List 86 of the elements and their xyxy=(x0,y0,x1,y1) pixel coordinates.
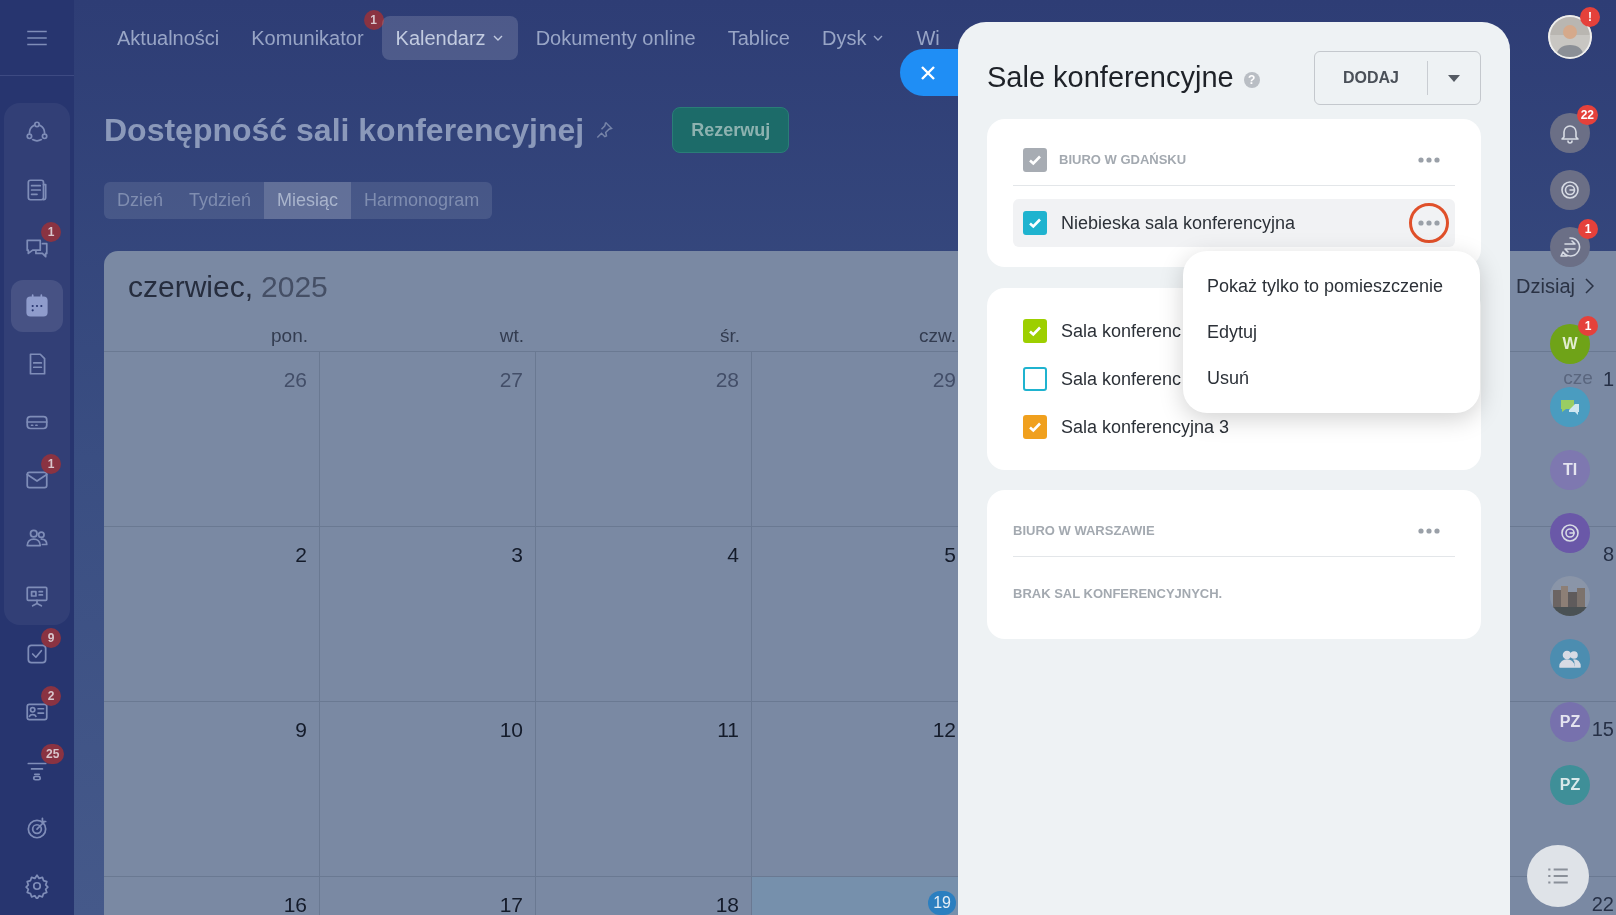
nav-tab[interactable]: Tablice xyxy=(727,26,790,50)
checkbox[interactable] xyxy=(1023,319,1047,343)
section-title: BIURO W GDAŃSKU xyxy=(1059,151,1188,170)
more-icon xyxy=(1418,220,1440,226)
nav-tab[interactable]: Wi xyxy=(916,26,940,50)
year-label: 2025 xyxy=(261,268,328,305)
count-badge: 25 xyxy=(41,744,65,764)
more-icon xyxy=(1418,157,1440,163)
date-number[interactable]: 16 xyxy=(283,889,307,915)
chevron-right-icon xyxy=(1585,278,1594,294)
room-name: Niebieska sala konferencyjna xyxy=(1061,211,1296,235)
checkbox[interactable] xyxy=(1023,367,1047,391)
count-badge: 1 xyxy=(41,222,61,242)
count-badge: 2 xyxy=(41,686,61,706)
date-number[interactable]: 11 xyxy=(717,714,739,746)
menu-item[interactable]: Pokaż tylko to pomieszczenie xyxy=(1183,263,1480,309)
caret-icon xyxy=(1448,74,1460,82)
date-number[interactable]: 27 xyxy=(499,364,523,396)
reserve-button[interactable]: Rezerwuj xyxy=(672,107,790,153)
date-number[interactable]: 15 xyxy=(1591,714,1614,744)
date-number[interactable]: 3 xyxy=(511,539,523,571)
newspaper-icon xyxy=(24,177,50,203)
room-row[interactable]: Niebieska sala konferencyjna xyxy=(1013,199,1455,247)
spiral-icon xyxy=(1558,521,1582,545)
nav-tab[interactable]: Aktualności xyxy=(117,26,220,50)
view-tab[interactable]: Harmonogram xyxy=(351,182,493,219)
view-tab[interactable]: Tydzień xyxy=(176,182,265,219)
sidebar-button[interactable] xyxy=(11,280,63,332)
count-badge: 1 xyxy=(1578,219,1598,239)
room-name: Sala konferencyjna 3 xyxy=(1061,415,1230,439)
view-tab[interactable]: Miesiąc xyxy=(264,182,352,219)
nav-tab[interactable]: Komunikator xyxy=(251,26,364,50)
date-number[interactable]: 26 xyxy=(283,364,307,396)
date-number[interactable]: 2 xyxy=(295,539,307,571)
checkbox[interactable] xyxy=(1023,211,1047,235)
count-badge: 1 xyxy=(363,10,384,30)
count-badge: ! xyxy=(1580,7,1600,27)
count-badge: 22 xyxy=(1576,105,1598,125)
nav-tab[interactable]: Dysk xyxy=(822,26,885,50)
date-number[interactable]: 18 xyxy=(715,889,739,915)
swap-icon xyxy=(1558,235,1582,259)
date-number[interactable]: 17 xyxy=(499,889,523,915)
page-title: Dostępność sali konferencyjnej xyxy=(104,111,585,150)
date-number[interactable]: 22 xyxy=(1591,889,1614,915)
more-icon xyxy=(1418,528,1440,534)
date-number[interactable]: 19 xyxy=(928,891,956,915)
pin-icon[interactable] xyxy=(594,120,615,140)
weekday-label: wt. xyxy=(499,323,524,348)
weekday-label: czw. xyxy=(919,323,956,348)
date-number[interactable]: 1 xyxy=(1602,364,1614,394)
presentation-icon xyxy=(24,583,50,609)
date-number[interactable]: 29 xyxy=(932,364,956,396)
checkbox-icon xyxy=(24,641,50,667)
today-button[interactable]: Dzisiaj xyxy=(1516,271,1594,301)
add-button[interactable]: DODAJ xyxy=(1315,52,1427,104)
rail-button[interactable] xyxy=(1550,170,1590,210)
date-number[interactable]: 10 xyxy=(499,714,523,746)
date-number[interactable]: 5 xyxy=(944,539,956,571)
date-number[interactable]: 9 xyxy=(295,714,307,746)
calendar-icon xyxy=(24,293,50,319)
menu-item[interactable]: Edytuj xyxy=(1183,309,1480,355)
empty-message: BRAK SAL KONFERENCYJNYCH. xyxy=(1013,585,1224,603)
month-label: czerwiec, xyxy=(128,268,254,305)
network-icon xyxy=(24,119,50,145)
nav-tab[interactable]: Kalendarz xyxy=(381,16,518,60)
spiral-icon xyxy=(1558,178,1582,202)
weekday-label: pon. xyxy=(271,323,308,348)
count-badge: 9 xyxy=(41,628,61,648)
panel-title: Sale konferencyjne xyxy=(987,60,1234,96)
checkbox[interactable] xyxy=(1023,415,1047,439)
room-name: Sala konferenc xyxy=(1061,367,1182,391)
date-number[interactable]: 4 xyxy=(727,539,739,571)
date-number[interactable]: 8 xyxy=(1602,539,1614,569)
more-button[interactable] xyxy=(1409,203,1449,243)
section-title: BIURO W WARSZAWIE xyxy=(1013,522,1156,541)
date-number[interactable]: 12 xyxy=(932,714,956,746)
checkbox[interactable] xyxy=(1023,148,1047,172)
view-tab[interactable]: Dzień xyxy=(104,182,177,219)
count-badge: 1 xyxy=(41,454,61,474)
nav-tab[interactable]: Dokumenty online xyxy=(535,26,696,50)
settings-icon xyxy=(24,873,50,899)
weekday-label: śr. xyxy=(719,323,740,348)
close-button[interactable] xyxy=(900,49,958,96)
menu-item[interactable]: Usuń xyxy=(1183,355,1480,401)
room-name: Sala konferenc xyxy=(1061,319,1182,343)
date-number[interactable]: 28 xyxy=(715,364,739,396)
